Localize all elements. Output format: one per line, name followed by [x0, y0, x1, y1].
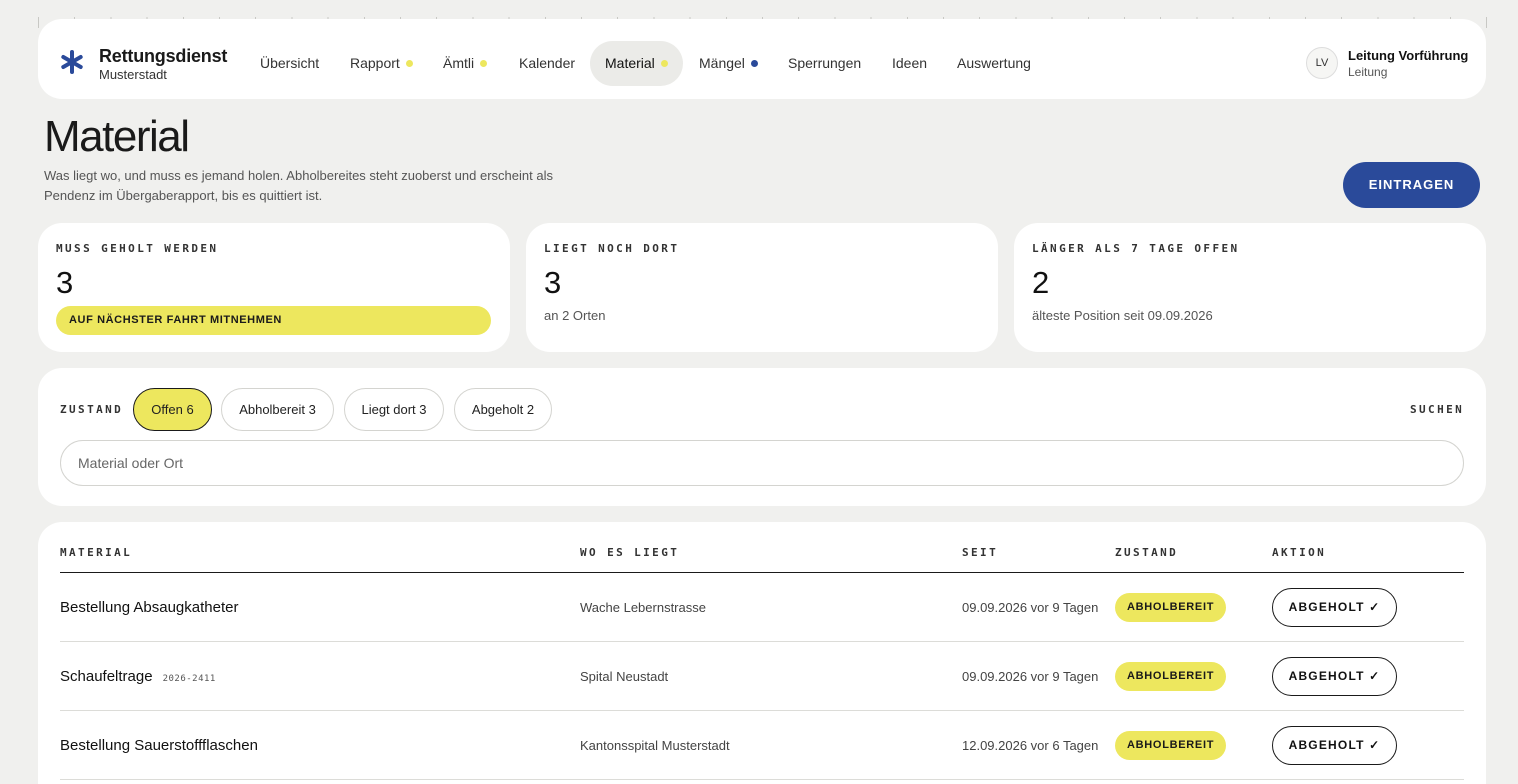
status-dot [660, 59, 668, 67]
abgeholt-button[interactable]: ABGEHOLT ✓ [1272, 657, 1397, 696]
material-name: Bestellung Sauerstoffflaschen [60, 737, 258, 754]
search-input[interactable] [60, 440, 1464, 486]
stat-pill: AUF NÄCHSTER FAHRT MITNEHMEN [56, 306, 491, 335]
eintragen-button[interactable]: EINTRAGEN [1343, 162, 1480, 208]
filter-chip-abgeholt[interactable]: Abgeholt 2 [454, 388, 552, 431]
status-dot [480, 59, 488, 67]
material-name: Bestellung Absaugkatheter [60, 599, 239, 616]
stat-card-muss-geholt: MUSS GEHOLT WERDEN 3 AUF NÄCHSTER FAHRT … [38, 223, 510, 352]
brand-name: Rettungsdienst [99, 46, 228, 66]
nav-label: Rapport [350, 55, 400, 71]
column-header-location: WO ES LIEGT [580, 546, 680, 559]
top-header: Rettungsdienst Musterstadt Übersicht Rap… [38, 19, 1486, 99]
page-title: Material [44, 112, 190, 161]
stat-label: LIEGT NOCH DORT [544, 242, 680, 255]
nav-label: Ideen [892, 55, 928, 71]
column-header-action: AKTION [1272, 546, 1327, 559]
asterisk-icon [61, 50, 83, 74]
nav-label: Übersicht [260, 55, 320, 71]
nav-item-aemtli[interactable]: Ämtli [428, 41, 502, 86]
material-table: MATERIAL WO ES LIEGT SEIT ZUSTAND AKTION… [38, 522, 1486, 784]
table-row: Bestellung Absaugkatheter Wache Lebernst… [60, 573, 1464, 642]
user-role: Leitung [1348, 65, 1388, 79]
status-badge: ABHOLBEREIT [1115, 593, 1227, 622]
nav-label: Material [605, 55, 655, 71]
material-reference: 2026-2411 [162, 674, 216, 684]
abgeholt-button[interactable]: ABGEHOLT ✓ [1272, 588, 1397, 627]
nav-label: Ämtli [443, 55, 475, 71]
nav-label: Mängel [699, 55, 745, 71]
abgeholt-button[interactable]: ABGEHOLT ✓ [1272, 726, 1397, 765]
nav-item-uebersicht[interactable]: Übersicht [245, 41, 334, 86]
material-cell: Schaufeltrage 2026-2411 [60, 642, 216, 711]
avatar[interactable]: LV [1306, 47, 1338, 79]
nav-item-rapport[interactable]: Rapport [335, 41, 428, 86]
nav-item-ideen[interactable]: Ideen [877, 41, 942, 86]
column-header-material: MATERIAL [60, 546, 133, 559]
since-cell: 09.09.2026 vor 9 Tagen [962, 600, 1099, 615]
column-header-since: SEIT [962, 546, 999, 559]
nav-item-maengel[interactable]: Mängel [684, 41, 773, 86]
since-cell: 09.09.2026 vor 9 Tagen [962, 669, 1099, 684]
filter-chip-offen[interactable]: Offen 6 [133, 388, 212, 431]
stat-card-liegt-noch-dort: LIEGT NOCH DORT 3 an 2 Orten [526, 223, 998, 352]
material-cell: Bestellung Sauerstoffflaschen [60, 711, 258, 780]
stat-card-laenger-offen: LÄNGER ALS 7 TAGE OFFEN 2 älteste Positi… [1014, 223, 1486, 352]
stat-label: LÄNGER ALS 7 TAGE OFFEN [1032, 242, 1240, 255]
column-header-state: ZUSTAND [1115, 546, 1179, 559]
nav-label: Kalender [519, 55, 576, 71]
stat-subtext: an 2 Orten [544, 308, 606, 323]
nav-item-material[interactable]: Material [590, 41, 683, 86]
filter-label: ZUSTAND [60, 403, 124, 416]
filter-chip-abholbereit[interactable]: Abholbereit 3 [221, 388, 334, 431]
user-name[interactable]: Leitung Vorführung [1348, 48, 1468, 63]
stat-value: 3 [56, 265, 74, 300]
stat-subtext: älteste Position seit 09.09.2026 [1032, 308, 1213, 323]
filter-chip-liegt-dort[interactable]: Liegt dort 3 [344, 388, 444, 431]
table-row: Bestellung Sauerstoffflaschen Kantonsspi… [60, 711, 1464, 780]
status-badge: ABHOLBEREIT [1115, 731, 1227, 760]
location-cell: Wache Lebernstrasse [580, 600, 706, 615]
stat-value: 2 [1032, 265, 1050, 300]
stat-value: 3 [544, 265, 562, 300]
material-name: Schaufeltrage [60, 668, 153, 685]
nav-label: Sperrungen [788, 55, 862, 71]
location-cell: Spital Neustadt [580, 669, 669, 684]
nav-item-kalender[interactable]: Kalender [504, 41, 590, 86]
nav-item-auswertung[interactable]: Auswertung [942, 41, 1046, 86]
stat-label: MUSS GEHOLT WERDEN [56, 242, 219, 255]
location-cell: Kantonsspital Musterstadt [580, 738, 730, 753]
nav-label: Auswertung [957, 55, 1031, 71]
brand-subtitle: Musterstadt [99, 67, 167, 82]
status-dot [405, 59, 413, 67]
since-cell: 12.09.2026 vor 6 Tagen [962, 738, 1099, 753]
status-badge: ABHOLBEREIT [1115, 662, 1227, 691]
filter-panel: ZUSTAND Offen 6 Abholbereit 3 Liegt dort… [38, 368, 1486, 506]
nav-item-sperrungen[interactable]: Sperrungen [773, 41, 876, 86]
search-label: SUCHEN [1410, 403, 1465, 416]
status-dot [750, 59, 758, 67]
table-row: Schaufeltrage 2026-2411 Spital Neustadt 0… [60, 642, 1464, 711]
material-cell: Bestellung Absaugkatheter [60, 573, 238, 642]
page-description: Was liegt wo, und muss es jemand holen. … [44, 168, 553, 203]
